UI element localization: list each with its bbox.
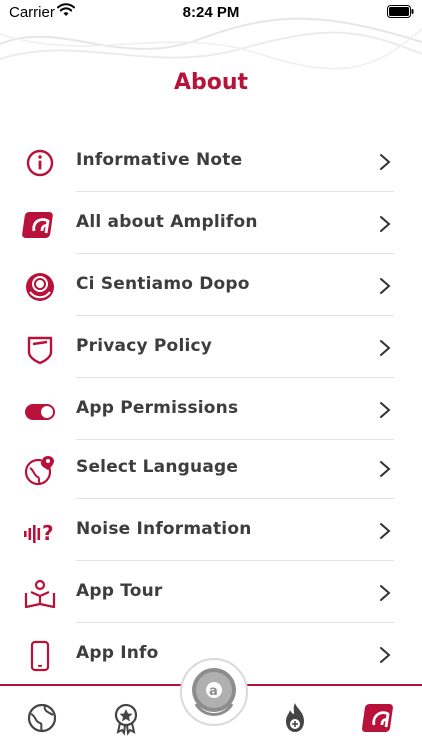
chevron-right-icon [380,461,391,477]
svg-text:a: a [209,684,218,699]
menu-item-label: Noise Information [76,519,252,539]
menu-item-noise-information[interactable]: ? Noise Information [0,499,422,561]
menu-item-label: App Permissions [76,398,239,418]
chevron-right-icon [380,647,391,663]
tab-bar: a [0,658,422,750]
svg-text:?: ? [42,521,54,545]
amplifon-ball-tab-button[interactable]: a [180,658,248,726]
menu-item-all-about-amplifon[interactable]: All about Amplifon [0,192,422,254]
chevron-right-icon [380,278,391,294]
page-title: About [173,70,249,95]
ci-sentiamo-dopo-icon [26,273,54,301]
globe-pin-icon [24,456,54,486]
chevron-right-icon [380,523,391,539]
menu-item-informative-note[interactable]: Informative Note [0,130,422,192]
menu-item-label: Informative Note [76,150,243,170]
header-wave-decoration [0,17,422,70]
chevron-right-icon [380,216,391,232]
amplifon-ball-tab-icon: a [192,668,236,716]
menu-item-ci-sentiamo-dopo[interactable]: Ci Sentiamo Dopo [0,254,422,316]
toggle-icon [25,404,55,420]
menu-item-label: Select Language [76,457,239,477]
globe-tab-icon[interactable] [24,700,60,736]
chevron-right-icon [380,585,391,601]
menu-item-select-language[interactable]: Select Language [0,437,422,499]
chevron-right-icon [380,154,391,170]
badge-tab-icon[interactable] [108,700,144,736]
menu-item-app-permissions[interactable]: App Permissions [0,378,422,440]
menu-item-label: App Info [76,643,159,663]
chevron-right-icon [380,340,391,356]
chevron-right-icon [380,402,391,418]
tour-book-icon [24,579,56,609]
menu-item-privacy-policy[interactable]: Privacy Policy [0,316,422,378]
info-icon [26,149,54,177]
fire-tab-icon[interactable] [277,700,313,736]
phone-icon [30,640,50,672]
amplifon-logo-tab-icon[interactable] [362,700,398,736]
shield-icon [27,336,53,365]
amplifon-logo-icon [22,212,53,238]
noise-icon: ? [24,521,54,545]
menu-item-label: All about Amplifon [76,212,258,232]
menu-item-label: Privacy Policy [76,336,213,356]
menu-item-app-tour[interactable]: App Tour [0,561,422,623]
menu-item-label: App Tour [76,581,163,601]
menu-item-label: Ci Sentiamo Dopo [76,274,250,294]
